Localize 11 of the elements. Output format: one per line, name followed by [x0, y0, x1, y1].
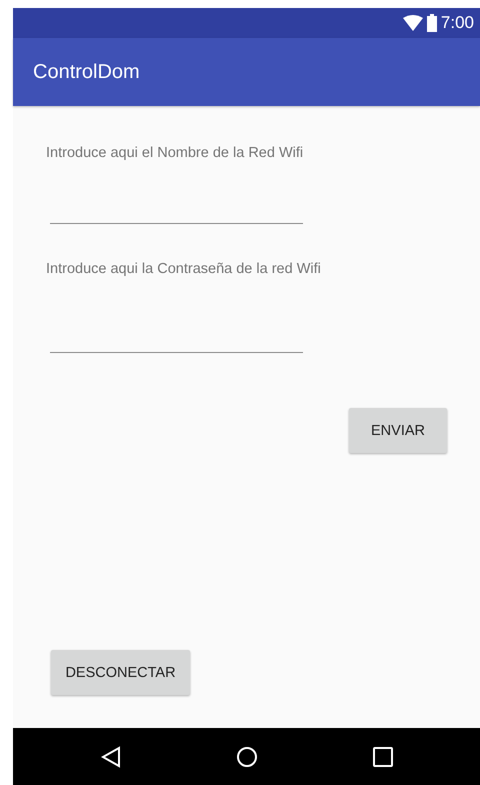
status-time: 7:00 [440, 13, 474, 33]
disconnect-button[interactable]: DESCONECTAR [51, 650, 190, 695]
wifi-icon [402, 15, 423, 31]
back-icon[interactable] [100, 746, 120, 768]
field-label: Introduce aqui el Nombre de la Red Wifi [46, 144, 304, 162]
app-title: ControlDom [33, 60, 140, 84]
home-icon[interactable] [236, 746, 258, 768]
field-label: Introduce aqui la Contraseña de la red Wifi [46, 260, 321, 278]
battery-icon [426, 14, 437, 32]
send-button[interactable]: ENVIAR [349, 408, 447, 453]
recents-icon[interactable] [372, 746, 392, 766]
